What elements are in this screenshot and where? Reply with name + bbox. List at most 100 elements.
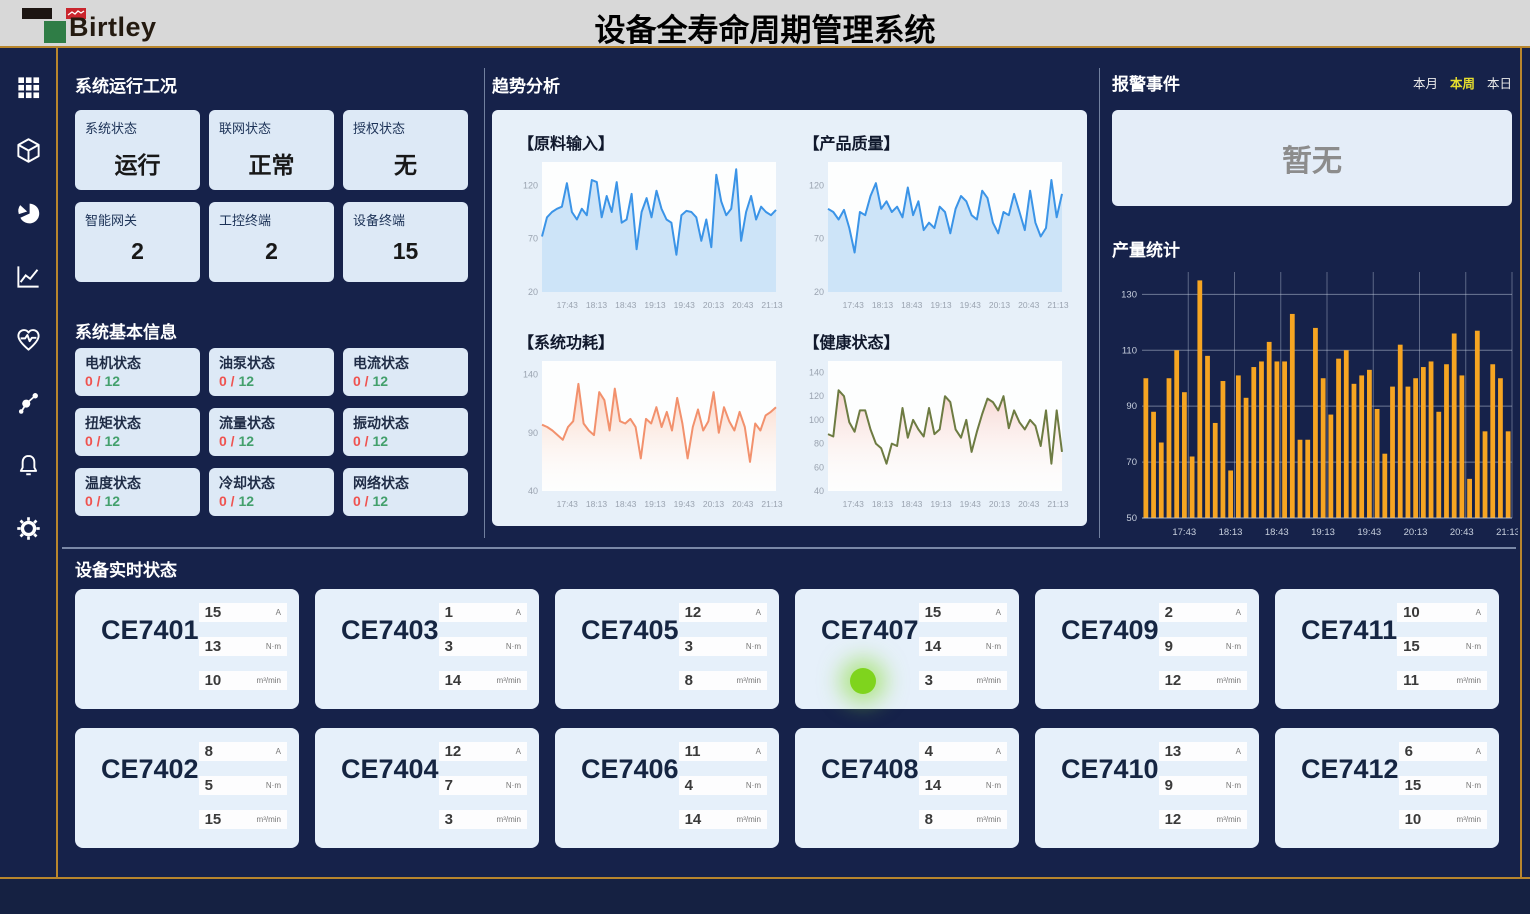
pie-chart-icon[interactable] [13, 198, 43, 228]
metric-value: 3 [445, 638, 453, 655]
device-metric-row: 14N·m [919, 776, 1007, 795]
health-monitor-icon[interactable] [13, 324, 43, 354]
metric-value: 15 [205, 811, 222, 828]
device-card-CE7412[interactable]: CE74126A15N·m10m³/min [1275, 728, 1499, 848]
device-metric-row: 7N·m [439, 776, 527, 795]
basic-info-label: 流量状态 [219, 413, 324, 433]
svg-text:20:13: 20:13 [703, 300, 725, 310]
device-card-CE7411[interactable]: CE741110A15N·m11m³/min [1275, 589, 1499, 709]
basic-info-card: 电流状态0 / 12 [343, 348, 468, 396]
device-card-CE7410[interactable]: CE741013A9N·m12m³/min [1035, 728, 1259, 848]
trend-chart-raw_input: 207012017:4318:1318:4319:1319:4320:1320:… [512, 156, 784, 316]
device-card-CE7408[interactable]: CE74084A14N·m8m³/min [795, 728, 1019, 848]
basic-info-card: 流量状态0 / 12 [209, 408, 334, 456]
metric-unit: A [996, 747, 1001, 756]
device-card-CE7401[interactable]: CE740115A13N·m10m³/min [75, 589, 299, 709]
trend-chart-health_status: 40608010012014017:4318:1318:4319:1319:43… [798, 355, 1070, 515]
metric-value: 12 [445, 743, 462, 760]
gear-icon[interactable] [13, 513, 43, 543]
metric-value: 12 [1165, 811, 1182, 828]
status-card-label: 系统状态 [85, 118, 190, 137]
basic-info-card: 网络状态0 / 12 [343, 468, 468, 516]
metric-value: 13 [1165, 743, 1182, 760]
device-metric-row: 3 N·m [679, 637, 767, 656]
device-metric-row: 13N·m [199, 637, 287, 656]
svg-text:18:13: 18:13 [871, 300, 893, 310]
alarm-tab-本日[interactable]: 本日 [1487, 73, 1512, 92]
svg-text:90: 90 [1126, 401, 1137, 412]
device-card-CE7409[interactable]: CE74092A9N·m12m³/min [1035, 589, 1259, 709]
metric-unit: A [756, 747, 761, 756]
basic-info-count: 0 / 12 [219, 433, 324, 451]
metric-unit: N·m [986, 781, 1001, 790]
svg-text:17:43: 17:43 [557, 300, 579, 310]
alarm-tab-本月[interactable]: 本月 [1413, 73, 1438, 92]
device-grid: CE740115A13N·m10m³/minCE74031A3N·m14m³/m… [75, 589, 1499, 848]
device-metric-row: 12m³/min [1159, 810, 1247, 829]
basic-info-count: 0 / 12 [219, 493, 324, 511]
svg-text:19:13: 19:13 [930, 300, 952, 310]
device-metrics: 2A9N·m12m³/min [1159, 603, 1247, 709]
status-card-label: 工控终端 [219, 210, 324, 229]
metric-value: 11 [685, 743, 701, 760]
device-metric-row: 5N·m [199, 776, 287, 795]
device-card-CE7406[interactable]: CE740611A4N·m14m³/min [555, 728, 779, 848]
metric-value: 10 [1403, 604, 1420, 621]
gold-divider-right [1520, 48, 1522, 877]
metric-unit: A [1236, 747, 1241, 756]
svg-text:40: 40 [813, 486, 823, 496]
footer-strip [0, 879, 1530, 914]
svg-text:140: 140 [808, 367, 823, 377]
basic-info-label: 油泵状态 [219, 353, 324, 373]
metric-value: 3 [685, 638, 693, 655]
svg-text:19:43: 19:43 [674, 499, 696, 509]
section-title-production: 产量统计 [1112, 236, 1180, 261]
svg-text:20:13: 20:13 [703, 499, 725, 509]
section-title-system-status: 系统运行工况 [75, 72, 177, 97]
svg-text:18:43: 18:43 [615, 499, 637, 509]
network-nodes-icon[interactable] [13, 387, 43, 417]
cube-icon[interactable] [13, 135, 43, 165]
device-card-CE7404[interactable]: CE740412A7N·m3m³/min [315, 728, 539, 848]
device-card-CE7407[interactable]: CE740715A14N·m3m³/min [795, 589, 1019, 709]
status-card: 联网状态正常 [209, 110, 334, 190]
device-card-CE7403[interactable]: CE74031A3N·m14m³/min [315, 589, 539, 709]
device-name: CE7404 [341, 754, 439, 848]
metric-unit: N·m [266, 642, 281, 651]
svg-text:20:43: 20:43 [1018, 499, 1040, 509]
svg-text:20: 20 [528, 287, 538, 297]
svg-text:17:43: 17:43 [842, 499, 864, 509]
metric-unit: N·m [746, 642, 761, 651]
vertical-divider-2 [1099, 68, 1100, 538]
device-card-CE7405[interactable]: CE740512A3N·m8m³/min [555, 589, 779, 709]
metric-value: 12 [1165, 672, 1182, 689]
device-card-CE7402[interactable]: CE74028A5N·m15m³/min [75, 728, 299, 848]
device-metrics: 12A3N·m8m³/min [679, 603, 767, 709]
basic-info-card: 温度状态0 / 12 [75, 468, 200, 516]
svg-text:20:13: 20:13 [988, 499, 1010, 509]
svg-text:19:43: 19:43 [959, 300, 981, 310]
sidebar [0, 48, 56, 877]
status-card: 工控终端2 [209, 202, 334, 282]
alarm-tab-本周[interactable]: 本周 [1450, 73, 1475, 92]
metric-unit: m³/min [1457, 676, 1481, 685]
trend-panel: 【原料输入】207012017:4318:1318:4319:1319:4320… [492, 110, 1087, 526]
metric-value: 14 [925, 638, 942, 655]
metric-value: 9 [1165, 777, 1173, 794]
svg-text:100: 100 [808, 415, 823, 425]
trend-chart-title: 【原料输入】 [518, 130, 790, 154]
metric-unit: m³/min [257, 676, 281, 685]
device-metric-row: 15A [199, 603, 287, 622]
device-metric-row: 9N·m [1159, 637, 1247, 656]
bell-icon[interactable] [13, 450, 43, 480]
basic-info-card: 扭矩状态0 / 12 [75, 408, 200, 456]
count-alarm: 0 / [85, 433, 104, 449]
device-metrics: 12A7N·m3m³/min [439, 742, 527, 848]
menu-grid-icon[interactable] [13, 72, 43, 102]
device-metrics: 1A3N·m14m³/min [439, 603, 527, 709]
svg-text:17:43: 17:43 [557, 499, 579, 509]
status-card-value: 2 [85, 238, 190, 265]
line-chart-icon[interactable] [13, 261, 43, 291]
basic-info-label: 温度状态 [85, 473, 190, 493]
metric-value: 8 [205, 743, 213, 760]
